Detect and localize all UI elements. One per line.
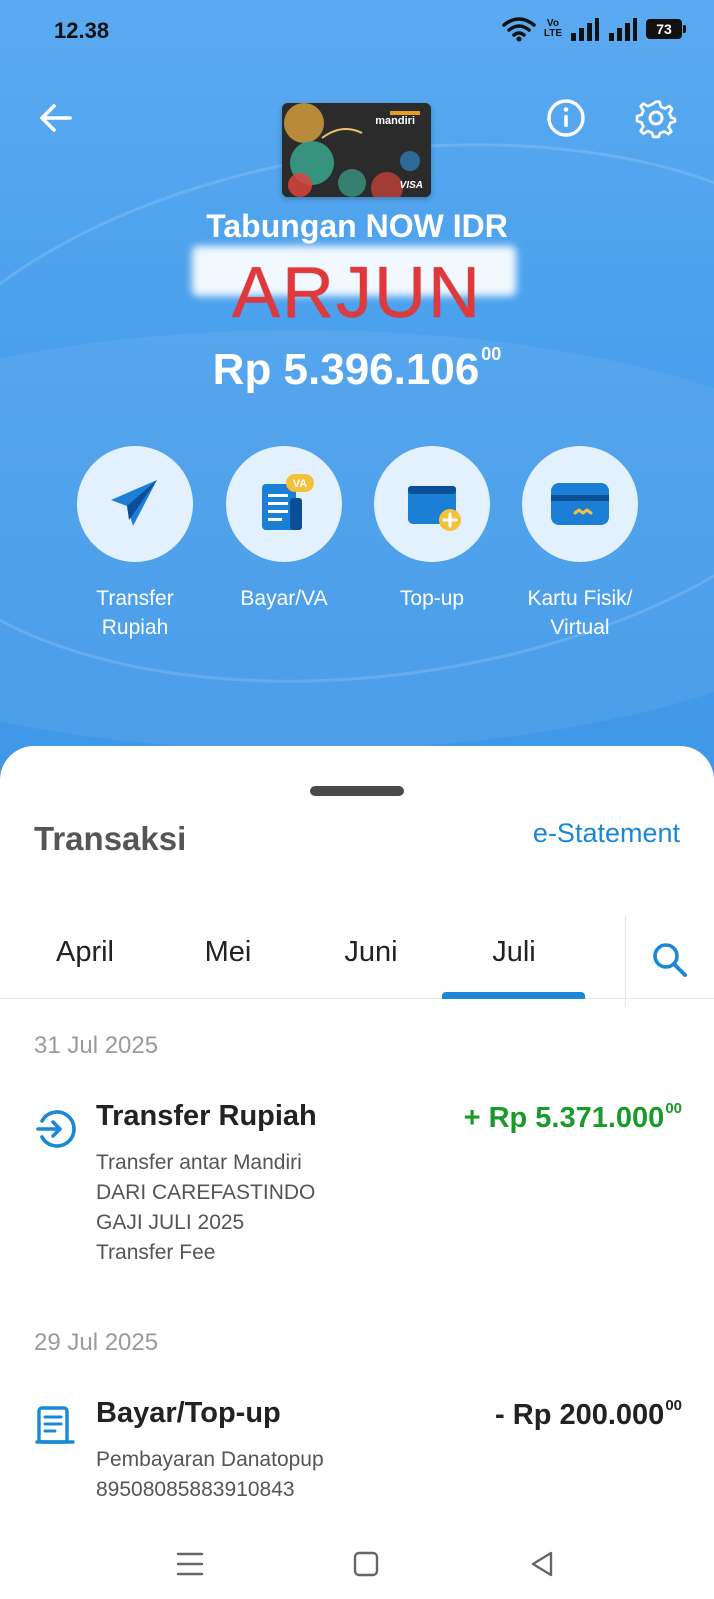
detail-line: Pembayaran Danatopup [96,1448,324,1471]
account-header: 12.38 Vo LTE 73 mandiri VISA Tabungan NO… [0,0,714,800]
search-icon [653,943,687,977]
account-type: Tabungan NOW IDR [206,208,508,244]
gear-icon [635,100,677,139]
transaction-amount: + Rp 5.371.00000 [464,1100,682,1135]
action-icon-circle [77,446,193,562]
action-label: Kartu Fisik/ Virtual [500,584,660,642]
e-statement-link[interactable]: e-Statement [533,818,680,849]
account-owner-overlay: ARJUN [231,253,482,333]
action-icon-circle: VA [226,446,342,562]
tab-april[interactable]: April [14,936,156,969]
balance-amount: Rp 5.396.106 [212,345,480,394]
transaction-date: 29 Jul 2025 [34,1329,159,1356]
card-icon [551,483,609,525]
action-label: Transfer Rupiah [55,584,215,642]
detail-line: DARI CAREFASTINDO [96,1181,316,1204]
amount-value: - Rp 200.000 [495,1399,665,1431]
transactions-title: Transaksi [34,820,187,857]
quick-actions: Transfer Rupiah VA Bayar/VA Top-up Kartu… [0,446,714,656]
wifi-icon [502,17,536,42]
action-top-up[interactable]: Top-up [352,446,512,613]
menu-icon [176,1552,204,1576]
action-label-line: Kartu Fisik/ [527,587,633,610]
transaction-details: Pembayaran Danatopup 89508085883910843 [96,1445,324,1505]
tab-mei[interactable]: Mei [157,936,299,969]
action-icon-circle [522,446,638,562]
battery-indicator: 73 [646,19,686,39]
home-button[interactable] [348,1546,384,1582]
action-icon-circle [374,446,490,562]
transaction-title: Bayar/Top-up [96,1397,281,1429]
search-button[interactable] [648,938,692,982]
info-button[interactable] [544,96,588,140]
detail-line: GAJI JULI 2025 [96,1211,245,1234]
debit-card-image[interactable]: mandiri VISA [282,103,431,197]
balance-cents: 00 [481,344,502,364]
tab-divider [625,916,626,1006]
transaction-title: Transfer Rupiah [96,1100,317,1132]
amount-cents: 00 [665,1100,682,1117]
amount-cents: 00 [665,1397,682,1414]
transaction-details: Transfer antar Mandiri DARI CAREFASTINDO… [96,1148,315,1268]
transaction-amount: - Rp 200.00000 [495,1397,682,1432]
detail-line: Transfer Fee [96,1241,216,1264]
volte-indicator: Vo LTE [544,19,562,39]
triangle-back-icon [531,1551,553,1577]
action-label: Bayar/VA [204,584,364,613]
info-circle-icon [547,99,585,137]
transactions-sheet: Transaksi e-Statement April Mei Juni Jul… [0,746,714,1599]
home-square-icon [353,1551,379,1577]
card-brand: mandiri [375,115,415,127]
active-tab-indicator [442,992,585,999]
arrow-left-icon [40,104,72,132]
action-label-line: Bayar/VA [240,587,328,610]
action-label-line: Virtual [550,616,610,639]
status-bar: 12.38 Vo LTE 73 [0,0,714,62]
action-bayar-va[interactable]: VA Bayar/VA [204,446,364,613]
system-navigation-bar [0,1530,714,1599]
amount-value: + Rp 5.371.000 [463,1102,665,1134]
action-kartu-fisik-virtual[interactable]: Kartu Fisik/ Virtual [500,446,660,642]
action-label: Top-up [352,584,512,613]
paper-plane-icon [111,480,157,526]
lte-label: LTE [543,28,562,39]
card-network: VISA [399,180,423,191]
transaction-date: 31 Jul 2025 [34,1032,159,1059]
signal-icon [571,18,599,41]
detail-line: Transfer antar Mandiri [96,1151,302,1174]
transaction-item[interactable]: Transfer Rupiah + Rp 5.371.00000 Transfe… [0,1100,714,1264]
action-label-line: Rupiah [101,616,169,639]
signal-icon [609,18,637,41]
month-tabs: April Mei Juni Juli [0,886,714,1006]
settings-button[interactable] [634,96,678,140]
tab-juli[interactable]: Juli [443,936,585,969]
tab-juni[interactable]: Juni [300,936,442,969]
receipt-icon [34,1405,76,1447]
wallet-add-icon [408,486,461,531]
back-button[interactable] [34,96,78,140]
action-label-line: Transfer [96,587,174,610]
recents-button[interactable] [172,1546,208,1582]
transaction-item[interactable]: Bayar/Top-up - Rp 200.00000 Pembayaran D… [0,1397,714,1507]
action-label-line: Top-up [399,587,465,610]
status-icons: Vo LTE 73 [502,16,686,42]
bill-va-icon: VA [262,474,314,530]
action-transfer-rupiah[interactable]: Transfer Rupiah [55,446,215,642]
account-balance: Rp 5.396.106 00 [0,344,714,395]
detail-line: 89508085883910843 [96,1478,295,1501]
back-nav-button[interactable] [524,1546,560,1582]
sheet-drag-handle[interactable] [310,786,404,796]
transfer-in-icon [34,1108,76,1150]
status-time: 12.38 [54,18,110,43]
va-badge: VA [293,478,308,490]
